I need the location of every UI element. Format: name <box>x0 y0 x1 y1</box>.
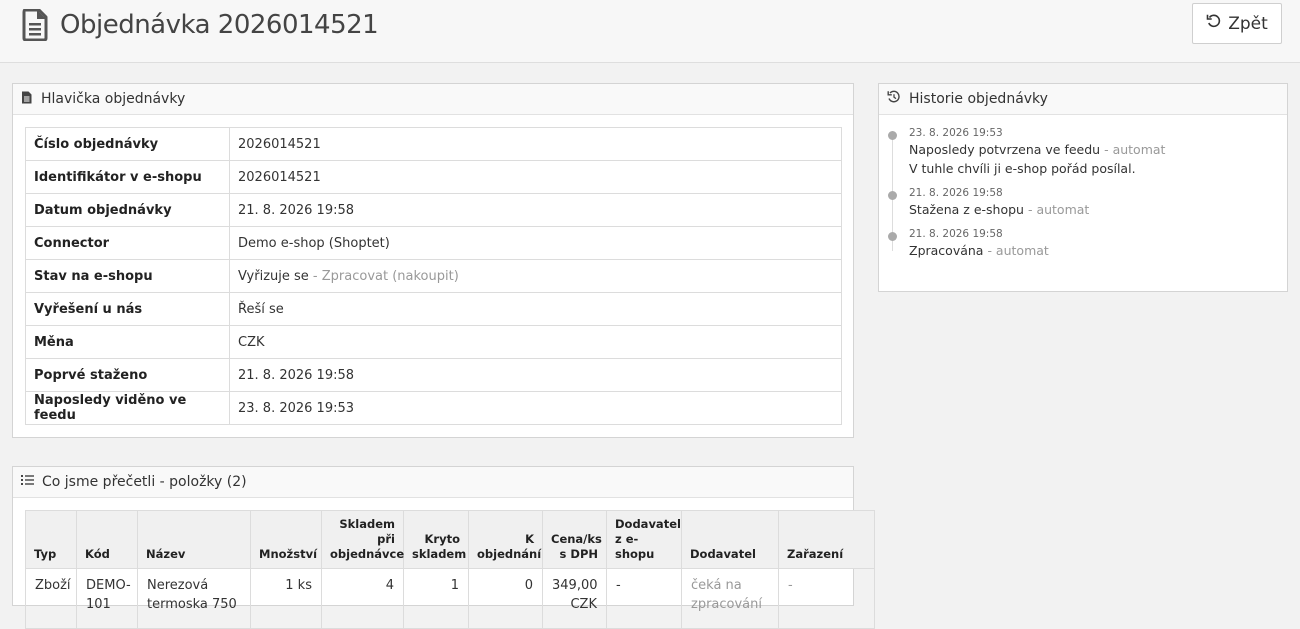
items-panel-header: Co jsme přečetli - položky (2) <box>13 467 853 498</box>
field-value: Demo e-shop (Shoptet) <box>229 226 842 260</box>
column-header-stock-at-order: Skladem při objednávce <box>321 510 404 569</box>
order-header-table: Číslo objednávky 2026014521 Identifikáto… <box>25 127 842 425</box>
list-icon <box>21 474 34 490</box>
field-value-extra: - Zpracovat (nakoupit) <box>312 268 459 284</box>
document-icon <box>22 8 48 45</box>
top-bar: Objednávka 2026014521 Zpět <box>0 0 1300 63</box>
item-price: 349,00 CZK <box>542 568 607 629</box>
timeline-dot <box>888 232 897 241</box>
field-label: Datum objednávky <box>25 193 230 227</box>
field-value: CZK <box>229 325 842 359</box>
column-header-category: Zařazení <box>778 510 875 569</box>
item-quantity: 1 ks <box>250 568 322 629</box>
undo-icon <box>1206 13 1222 34</box>
items-panel: Co jsme přečetli - položky (2) Typ Kód N… <box>12 466 875 629</box>
timeline-dot <box>888 131 897 140</box>
back-button-label: Zpět <box>1228 13 1268 34</box>
column-header-name: Název <box>137 510 251 569</box>
order-header-title: Hlavička objednávky <box>41 91 186 107</box>
field-value: 2026014521 <box>229 127 842 161</box>
table-row: Číslo objednávky 2026014521 <box>25 127 842 161</box>
history-text-line: Zpracována - automat <box>909 241 1278 260</box>
item-code: DEMO-101 <box>76 568 138 629</box>
field-value-cell: Vyřizuje se - Zpracovat (nakoupit) <box>229 259 842 293</box>
field-value: 2026014521 <box>229 160 842 194</box>
history-entry: 21. 8. 2026 19:58 Stažena z e-shopu - au… <box>888 187 1278 219</box>
order-header-panel: Hlavička objednávky Číslo objednávky 202… <box>12 83 854 438</box>
item-to-order: 0 <box>468 568 543 629</box>
column-header-supplier: Dodavatel <box>681 510 779 569</box>
order-history-panel-header: Historie objednávky <box>879 84 1287 115</box>
field-label: Měna <box>25 325 230 359</box>
field-label: Naposledy viděno ve feedu <box>25 391 230 425</box>
column-header-price: Cena/ks s DPH <box>542 510 607 569</box>
history-text: Zpracována <box>909 243 984 258</box>
items-title: Co jsme přečetli - položky (2) <box>42 474 247 490</box>
table-row: Datum objednávky 21. 8. 2026 19:58 <box>25 193 842 227</box>
history-text-line: Stažena z e-shopu - automat <box>909 200 1278 219</box>
history-author: - automat <box>987 243 1049 258</box>
item-stock-at-order: 4 <box>321 568 404 629</box>
item-name: Nerezová termoska 750 <box>137 568 251 629</box>
field-label: Poprvé staženo <box>25 358 230 392</box>
field-value: Řeší se <box>229 292 842 326</box>
table-row: Poprvé staženo 21. 8. 2026 19:58 <box>25 358 842 392</box>
item-supplier: čeká na zpracování <box>681 568 779 629</box>
table-row: Naposledy viděno ve feedu 23. 8. 2026 19… <box>25 391 842 425</box>
field-label: Číslo objednávky <box>25 127 230 161</box>
item-supplier-eshop: - <box>606 568 682 629</box>
history-date: 23. 8. 2026 19:53 <box>909 127 1003 139</box>
history-icon <box>887 90 901 108</box>
column-header-type: Typ <box>25 510 77 569</box>
history-text: Naposledy potvrzena ve feedu <box>909 142 1101 157</box>
history-text: Stažena z e-shopu <box>909 202 1024 217</box>
item-covered: 1 <box>403 568 469 629</box>
timeline-dot <box>888 191 897 200</box>
column-header-quantity: Množství <box>250 510 322 569</box>
field-value: Vyřizuje se <box>238 268 309 284</box>
column-header-code: Kód <box>76 510 138 569</box>
back-button[interactable]: Zpět <box>1192 3 1282 44</box>
history-date: 21. 8. 2026 19:58 <box>909 187 1003 199</box>
table-row: Identifikátor v e-shopu 2026014521 <box>25 160 842 194</box>
order-history-panel: Historie objednávky 23. 8. 2026 19:53 Na… <box>878 83 1288 292</box>
history-note: V tuhle chvíli ji e-shop pořád posílal. <box>909 161 1136 176</box>
item-type: Zboží <box>25 568 77 629</box>
order-header-panel-header: Hlavička objednávky <box>13 84 853 115</box>
history-date: 21. 8. 2026 19:58 <box>909 228 1003 240</box>
field-label: Stav na e-shopu <box>25 259 230 293</box>
table-row: Zboží DEMO-101 Nerezová termoska 750 1 k… <box>25 568 875 629</box>
field-label: Identifikátor v e-shopu <box>25 160 230 194</box>
table-row: Stav na e-shopu Vyřizuje se - Zpracovat … <box>25 259 842 293</box>
history-entry: 21. 8. 2026 19:58 Zpracována - automat <box>888 228 1278 260</box>
table-row: Connector Demo e-shop (Shoptet) <box>25 226 842 260</box>
history-entry: 23. 8. 2026 19:53 Naposledy potvrzena ve… <box>888 127 1278 178</box>
order-history-title: Historie objednávky <box>909 91 1048 107</box>
history-timeline: 23. 8. 2026 19:53 Naposledy potvrzena ve… <box>888 127 1278 260</box>
column-header-supplier-eshop: Dodavatel z e-shopu <box>606 510 682 569</box>
item-category: - <box>778 568 875 629</box>
history-text-line: Naposledy potvrzena ve feedu - automat <box>909 140 1278 159</box>
table-header-row: Typ Kód Název Množství Skladem při objed… <box>25 510 875 569</box>
column-header-to-order: K objednání <box>468 510 543 569</box>
table-row: Vyřešení u nás Řeší se <box>25 292 842 326</box>
field-label: Connector <box>25 226 230 260</box>
table-row: Měna CZK <box>25 325 842 359</box>
column-header-covered: Kryto skladem <box>403 510 469 569</box>
field-label: Vyřešení u nás <box>25 292 230 326</box>
field-value: 21. 8. 2026 19:58 <box>229 193 842 227</box>
history-author: - automat <box>1104 142 1166 157</box>
items-table: Typ Kód Název Množství Skladem při objed… <box>25 510 875 629</box>
document-icon <box>21 91 33 108</box>
field-value: 21. 8. 2026 19:58 <box>229 358 842 392</box>
history-author: - automat <box>1027 202 1090 217</box>
page-title: Objednávka 2026014521 <box>60 10 379 40</box>
field-value: 23. 8. 2026 19:53 <box>229 391 842 425</box>
